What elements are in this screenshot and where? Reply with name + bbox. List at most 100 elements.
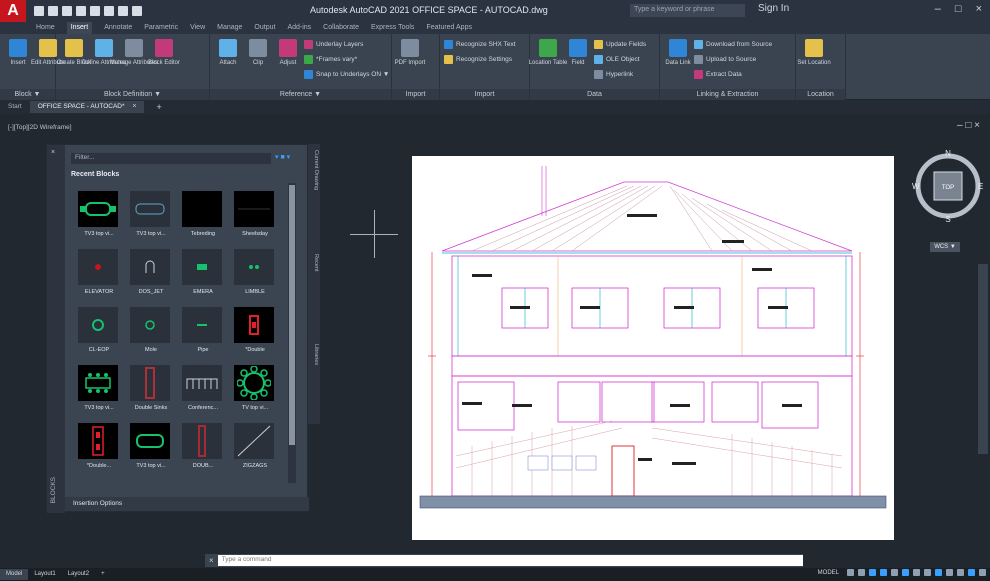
palette-title-bar[interactable]: × BLOCKS	[47, 145, 65, 513]
block-item[interactable]: TV3 top vi...	[125, 419, 177, 477]
ribbon-tab-collaborate[interactable]: Collaborate	[323, 22, 359, 34]
snap-to-underlays-on--item[interactable]: Snap to Underlays ON ▼	[304, 70, 389, 79]
maximize-button[interactable]: □	[955, 3, 962, 15]
block-item[interactable]: TV3 top vi...	[73, 187, 125, 245]
close-button[interactable]: ×	[976, 3, 982, 15]
autocad-logo-icon[interactable]: A	[0, 0, 26, 22]
transparency-icon[interactable]	[924, 569, 931, 576]
help-search-input[interactable]: Type a keyword or phrase	[630, 4, 745, 17]
close-tab-icon[interactable]: ×	[132, 103, 136, 110]
sign-in-button[interactable]: Sign In	[758, 3, 789, 14]
tab-recent[interactable]: Recent	[309, 254, 319, 271]
set-location-button[interactable]: Set Location	[797, 39, 831, 67]
palette-close-icon[interactable]: ×	[51, 149, 55, 156]
block-item[interactable]: Sheelsday	[229, 187, 281, 245]
ribbon-tab-add-ins[interactable]: Add-ins	[287, 22, 311, 34]
attach-button[interactable]: Attach	[214, 39, 242, 67]
ribbon-group-label[interactable]: Data	[530, 89, 659, 100]
underlay-layers-item[interactable]: Underlay Layers	[304, 40, 363, 49]
block-item[interactable]: ELEVATOR	[73, 245, 125, 303]
block-item[interactable]: DOUB...	[177, 419, 229, 477]
grid-icon[interactable]	[847, 569, 854, 576]
palette-scroll-thumb[interactable]	[289, 185, 295, 445]
manage-attributes-button[interactable]: Manage Attributes	[110, 39, 158, 67]
save-as-icon[interactable]	[76, 6, 86, 16]
ribbon-tab-parametric[interactable]: Parametric	[144, 22, 178, 34]
block-editor-button[interactable]: Block Editor	[148, 39, 180, 67]
wcs-menu[interactable]: WCS ▼	[930, 242, 960, 252]
ribbon-tab-annotate[interactable]: Annotate	[104, 22, 132, 34]
ortho-icon[interactable]	[869, 569, 876, 576]
location-table-button[interactable]: Location Table	[529, 39, 567, 67]
ribbon-group-label[interactable]: Import	[440, 89, 529, 100]
undo-icon[interactable]	[118, 6, 128, 16]
block-item[interactable]: Mole	[125, 303, 177, 361]
download-from-source-item[interactable]: Download from Source	[694, 40, 772, 49]
viewcube-compass[interactable]: TOP N S W E	[910, 148, 986, 224]
data-link-button[interactable]: Data Link	[664, 39, 692, 67]
ribbon-tab-output[interactable]: Output	[254, 22, 275, 34]
drawing-viewport[interactable]: [-][Top][2D Wireframe] – □ × × BLOCKS Fi…	[0, 114, 990, 554]
tab-current-drawing[interactable]: Current Drawing	[309, 150, 319, 190]
drawing-tab[interactable]: OFFICE SPACE - AUTOCAD* ×	[29, 101, 145, 113]
block-item[interactable]: TV top vi...	[229, 361, 281, 419]
pdf-import-button[interactable]: PDF Import	[395, 39, 425, 67]
save-icon[interactable]	[62, 6, 72, 16]
lineweight-icon[interactable]	[913, 569, 920, 576]
upload-to-source-item[interactable]: Upload to Source	[694, 55, 756, 64]
field-button[interactable]: Field	[564, 39, 592, 67]
layout-tab-add[interactable]: +	[95, 569, 111, 580]
clip-button[interactable]: Clip	[244, 39, 272, 67]
ribbon-tab-insert[interactable]: Insert	[66, 22, 93, 34]
insertion-options-header[interactable]: Insertion Options	[65, 497, 309, 511]
block-filter-input[interactable]: Filter...	[71, 153, 271, 164]
ribbon-tab-featured-apps[interactable]: Featured Apps	[426, 22, 472, 34]
command-input[interactable]: Type a command	[217, 555, 803, 566]
new-file-icon[interactable]	[34, 6, 44, 16]
block-item[interactable]: EMERA	[177, 245, 229, 303]
ribbon-group-label[interactable]: Reference ▼	[210, 89, 391, 100]
hyperlink-item[interactable]: Hyperlink	[594, 70, 633, 79]
block-item[interactable]: Tebreding	[177, 187, 229, 245]
layout-tab-layout2[interactable]: Layout2	[62, 569, 95, 580]
customize-icon[interactable]	[979, 569, 986, 576]
otrack-icon[interactable]	[902, 569, 909, 576]
navigation-bar[interactable]	[978, 264, 988, 454]
palette-view-options-icon[interactable]: ▾ ■ ▾	[275, 153, 290, 161]
redo-icon[interactable]	[132, 6, 142, 16]
insert-button[interactable]: Insert	[4, 39, 32, 67]
block-item[interactable]: *Double	[229, 303, 281, 361]
extract-data-item[interactable]: Extract Data	[694, 70, 742, 79]
block-item[interactable]: CL-EOP	[73, 303, 125, 361]
model-space-indicator[interactable]: MODEL	[818, 570, 839, 576]
viewport-controls-label[interactable]: [-][Top][2D Wireframe]	[8, 124, 72, 131]
ribbon-tab-express-tools[interactable]: Express Tools	[371, 22, 414, 34]
snap-icon[interactable]	[858, 569, 865, 576]
block-item[interactable]: Pipe	[177, 303, 229, 361]
block-item[interactable]: TV3 top vi...	[125, 187, 177, 245]
isolate-objects-icon[interactable]	[968, 569, 975, 576]
block-item[interactable]: *Double...	[73, 419, 125, 477]
ribbon-tab-home[interactable]: Home	[36, 22, 55, 34]
new-tab-icon[interactable]: +	[156, 102, 161, 112]
start-tab[interactable]: Start	[0, 101, 30, 113]
osnap-icon[interactable]	[891, 569, 898, 576]
web-mobile-icon[interactable]	[90, 6, 100, 16]
command-line-close-icon[interactable]: ×	[209, 556, 214, 565]
adjust-button[interactable]: Adjust	[274, 39, 302, 67]
ribbon-group-label[interactable]: Block ▼	[0, 89, 55, 100]
block-item[interactable]: Conferenc...	[177, 361, 229, 419]
ribbon-group-label[interactable]: Linking & Extraction	[660, 89, 795, 100]
ole-object-item[interactable]: OLE Object	[594, 55, 640, 64]
plot-icon[interactable]	[104, 6, 114, 16]
tab-libraries[interactable]: Libraries	[309, 344, 319, 365]
open-file-icon[interactable]	[48, 6, 58, 16]
ribbon-tab-view[interactable]: View	[190, 22, 205, 34]
block-item[interactable]: DOS_JET	[125, 245, 177, 303]
ribbon-group-label[interactable]: Block Definition ▼	[56, 89, 209, 100]
minimize-button[interactable]: –	[935, 3, 941, 15]
block-item[interactable]: LIMBLE	[229, 245, 281, 303]
recognize-shx-text-item[interactable]: Recognize SHX Text	[444, 40, 516, 49]
ribbon-tab-manage[interactable]: Manage	[217, 22, 242, 34]
layout-tab-layout1[interactable]: Layout1	[28, 569, 61, 580]
